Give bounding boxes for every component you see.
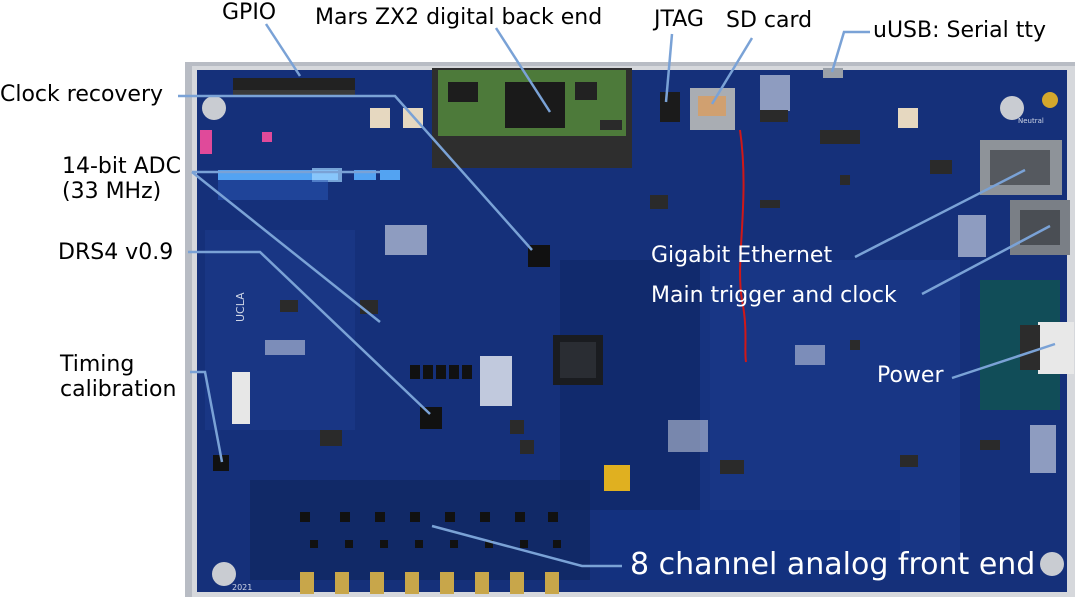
label-mars: Mars ZX2 digital back end: [315, 5, 603, 30]
label-gigabit-ethernet: Gigabit Ethernet: [651, 243, 833, 268]
label-clock-recovery: Clock recovery: [0, 82, 164, 107]
annotation-layer: GPIO Mars ZX2 digital back end JTAG SD c…: [0, 0, 1075, 597]
label-analog-front-end: 8 channel analog front end: [630, 547, 1036, 582]
label-jtag: JTAG: [654, 7, 704, 32]
label-timing: Timing calibration: [60, 352, 177, 403]
label-power: Power: [877, 363, 944, 388]
label-usb: uUSB: Serial tty: [873, 18, 1047, 43]
label-adc: 14-bit ADC (33 MHz): [62, 154, 181, 205]
label-gpio: GPIO: [222, 0, 277, 25]
label-main-trigger: Main trigger and clock: [651, 283, 897, 308]
label-sd-card: SD card: [726, 8, 813, 33]
label-drs4: DRS4 v0.9: [58, 240, 174, 265]
